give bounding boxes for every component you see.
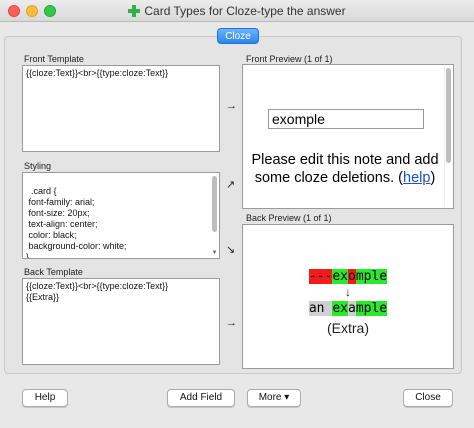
styling-scroll-thumb[interactable] — [212, 176, 217, 232]
more-button[interactable]: More ▾ — [247, 389, 301, 407]
down-arrow-icon: ↓ — [345, 285, 351, 299]
anki-add-icon — [128, 5, 141, 17]
extra-field: (Extra) — [327, 320, 369, 336]
typed-segment: o — [348, 269, 356, 284]
expected-segment: a — [348, 301, 356, 316]
front-preview-label: Front Preview (1 of 1) — [246, 54, 333, 64]
front-preview-scroll-thumb[interactable] — [446, 68, 451, 163]
scroll-down-arrow-icon[interactable]: ▼ — [211, 250, 218, 257]
message-close: ) — [430, 170, 436, 186]
type-answer-input[interactable]: exomple — [268, 109, 424, 129]
back-arrow-icon: → — [226, 317, 237, 329]
close-button[interactable]: Close — [403, 389, 453, 407]
window-title: Card Types for Cloze-type the answer — [0, 4, 474, 18]
front-preview-scrollbar[interactable] — [444, 66, 452, 207]
expected-answer-comparison: an example — [243, 301, 453, 316]
back-preview-label: Back Preview (1 of 1) — [246, 213, 332, 223]
add-field-button[interactable]: Add Field — [167, 389, 235, 407]
styling-label: Styling — [24, 161, 52, 171]
back-preview-pane: ---exomple ↓ an example (Extra) — [242, 224, 454, 369]
styling-down-arrow-icon: ↘ — [226, 244, 236, 256]
help-button[interactable]: Help — [22, 389, 68, 407]
front-preview-pane: exomple Please edit this note and add so… — [242, 64, 454, 209]
back-template-label: Back Template — [24, 267, 83, 277]
front-template-editor[interactable]: {{cloze:Text}}<br>{{type:cloze:Text}} — [22, 65, 220, 152]
help-link[interactable]: help — [403, 170, 430, 186]
back-template-editor[interactable]: {{cloze:Text}}<br>{{type:cloze:Text}} {{… — [22, 278, 220, 365]
front-arrow-icon: → — [226, 100, 237, 112]
typed-segment: mple — [355, 269, 388, 284]
title-bar: Card Types for Cloze-type the answer — [0, 0, 474, 22]
typed-answer-comparison: ---exomple — [243, 269, 453, 284]
edit-note-message: Please edit this note and add some cloze… — [247, 151, 443, 187]
styling-scrollbar[interactable] — [211, 174, 218, 250]
window-title-text: Card Types for Cloze-type the answer — [144, 4, 346, 18]
styling-code: .card { font-family: arial; font-size: 2… — [26, 186, 127, 259]
styling-editor[interactable]: .card { font-family: arial; font-size: 2… — [22, 172, 220, 259]
expected-segment: mple — [355, 301, 388, 316]
card-type-tab[interactable]: Cloze — [217, 28, 259, 44]
front-template-label: Front Template — [24, 54, 84, 64]
expected-segment: an — [308, 301, 333, 316]
typed-segment: --- — [308, 269, 333, 284]
typed-segment: ex — [332, 269, 348, 284]
expected-segment: ex — [332, 301, 348, 316]
styling-up-arrow-icon: ↗ — [226, 179, 236, 191]
